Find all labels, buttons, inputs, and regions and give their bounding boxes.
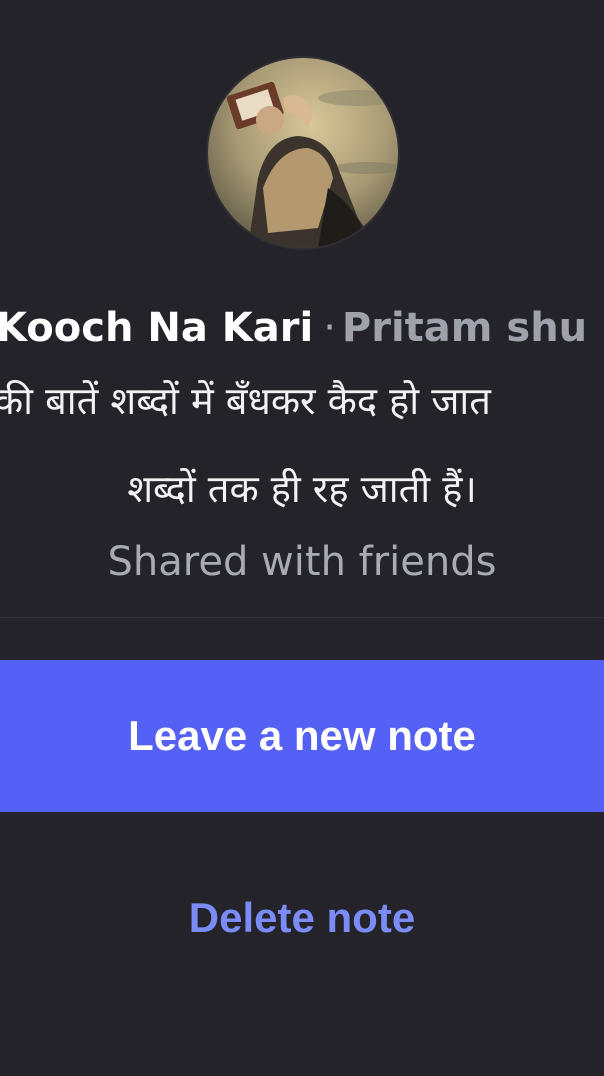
title-separator: · [323, 305, 336, 351]
note-title[interactable]: Kooch Na Kari [0, 305, 313, 351]
avatar-image [208, 58, 398, 248]
note-author[interactable]: Pritam shu [342, 305, 587, 351]
note-text-line-1: की बातें शब्दों में बँधकर कैद हो जात [0, 379, 491, 423]
note-text-line-2: शब्दों तक ही रह जाती हैं। [127, 467, 477, 511]
note-header: Kooch Na Kari · Pritam shu [0, 300, 604, 356]
delete-note-button[interactable]: Delete note [0, 880, 604, 956]
divider [0, 617, 604, 618]
profile-avatar[interactable] [208, 58, 398, 248]
leave-new-note-button[interactable]: Leave a new note [0, 660, 604, 812]
audience-label: Shared with friends [107, 539, 497, 585]
